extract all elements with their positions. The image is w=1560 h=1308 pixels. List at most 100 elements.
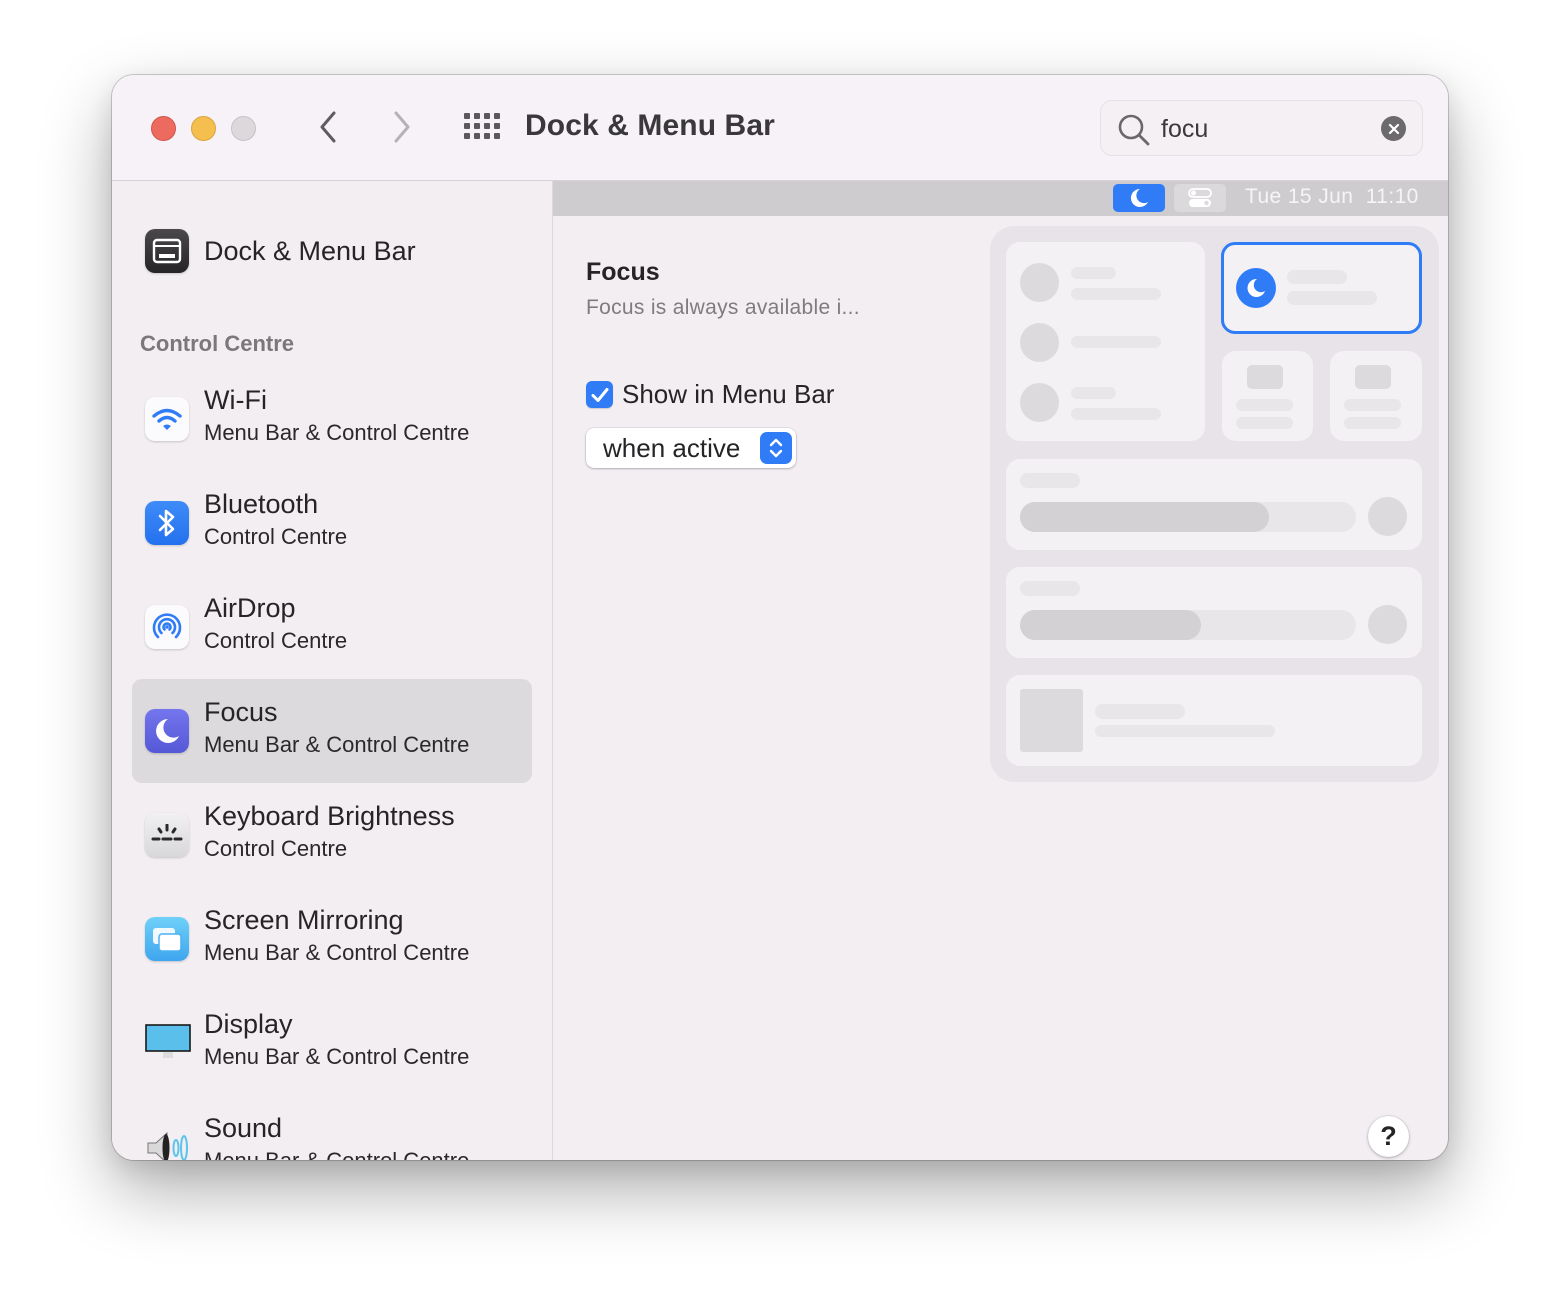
preview-now-playing-module [1006, 675, 1422, 766]
show-in-menu-bar-checkbox[interactable]: Show in Menu Bar [586, 379, 834, 410]
menu-bar-clock: Tue 15 Jun 11:10 [1245, 185, 1419, 208]
help-button[interactable]: ? [1368, 1116, 1409, 1157]
preview-placeholder-bar [1344, 417, 1401, 429]
chevron-right-icon [394, 111, 410, 143]
preview-placeholder-bar [1071, 408, 1161, 420]
sidebar-item-subtitle: Menu Bar & Control Centre [204, 940, 470, 965]
up-down-arrows-icon [760, 432, 792, 464]
preview-placeholder-bar [1095, 725, 1275, 737]
grid-dot [474, 123, 480, 129]
preview-placeholder-bar [1071, 267, 1116, 279]
preview-focus-module [1221, 242, 1422, 334]
sidebar-item-subtitle: Control Centre [204, 524, 348, 549]
dock-menubar-icon [145, 229, 189, 273]
section-title: Focus [586, 258, 660, 286]
sidebar-item-title: Focus [204, 697, 278, 727]
popup-value: when active [603, 433, 741, 463]
window-title: Dock & Menu Bar [525, 109, 775, 142]
clear-search-button[interactable] [1381, 116, 1406, 141]
screen-mirroring-icon [145, 917, 189, 961]
grid-dot [464, 133, 470, 139]
title-bar: Dock & Menu Bar [112, 75, 1448, 181]
menu-bar-focus-item [1113, 184, 1165, 212]
preview-small-module [1222, 351, 1313, 441]
sidebar-item-airdrop[interactable]: AirDrop Control Centre [132, 575, 532, 679]
grid-dot [474, 133, 480, 139]
grid-dot [494, 123, 500, 129]
preview-placeholder-bar [1071, 336, 1161, 348]
sidebar-item-subtitle: Menu Bar & Control Centre [204, 1044, 470, 1069]
preview-slider-track [1020, 502, 1356, 532]
preview-placeholder-bar [1236, 399, 1293, 411]
preview-placeholder-bar [1020, 581, 1080, 596]
section-description: Focus is always available i... [586, 296, 860, 319]
show-all-button[interactable] [462, 111, 502, 143]
sidebar-item-bluetooth[interactable]: Bluetooth Control Centre [132, 471, 532, 575]
sidebar-item-title: Wi-Fi [204, 385, 267, 415]
sidebar-item-title: Bluetooth [204, 489, 319, 519]
grid-dot [464, 113, 470, 119]
chevron-left-icon [320, 111, 336, 143]
system-preferences-window: Dock & Menu Bar Dock & Menu Bar Control … [112, 75, 1448, 1160]
menu-bar-preview: Tue 15 Jun 11:10 [553, 181, 1448, 216]
detail-pane: Focus Focus is always available i... Sho… [553, 216, 1448, 1160]
control-centre-preview [990, 226, 1439, 782]
sidebar-item-keyboard-brightness[interactable]: Keyboard Brightness Control Centre [132, 783, 532, 887]
preview-placeholder-bar [1020, 473, 1080, 488]
sidebar-item-title: AirDrop [204, 593, 296, 623]
grid-dot [484, 133, 490, 139]
sidebar-item-label: Dock & Menu Bar [204, 235, 416, 266]
grid-dot [474, 113, 480, 119]
preview-placeholder-square [1247, 365, 1283, 389]
sidebar-item-display[interactable]: Display Menu Bar & Control Centre [132, 991, 532, 1095]
search-field[interactable] [1100, 100, 1423, 156]
moon-icon [1130, 188, 1148, 207]
forward-button[interactable] [382, 107, 422, 147]
sidebar-item-sound[interactable]: Sound Menu Bar & Control Centre [132, 1095, 532, 1160]
grid-dot [494, 113, 500, 119]
bluetooth-icon [145, 501, 189, 545]
sidebar-item-title: Sound [204, 1113, 283, 1143]
sidebar-item-focus[interactable]: Focus Menu Bar & Control Centre [132, 679, 532, 783]
preview-placeholder-bar [1071, 387, 1116, 399]
close-window-button[interactable] [151, 116, 176, 141]
preview-placeholder-circle [1368, 497, 1407, 536]
sidebar-item-subtitle: Control Centre [204, 628, 348, 653]
clear-circle-icon [1388, 123, 1399, 134]
sidebar-item-title: Screen Mirroring [204, 905, 404, 935]
preview-connectivity-module [1006, 242, 1205, 441]
zoom-window-button[interactable] [231, 116, 256, 141]
magnifying-glass-icon [1118, 114, 1150, 146]
sidebar-item-subtitle: Menu Bar & Control Centre [204, 1148, 469, 1160]
preview-placeholder-circle [1020, 323, 1059, 362]
grid-dot [484, 113, 490, 119]
preview-placeholder-circle [1368, 605, 1407, 644]
sidebar-item-title: Display [204, 1009, 293, 1039]
sidebar-item-title: Keyboard Brightness [204, 801, 455, 831]
preview-placeholder-circle [1020, 383, 1059, 422]
sidebar-item-wifi[interactable]: Wi-Fi Menu Bar & Control Centre [132, 367, 532, 471]
preview-slider-fill [1020, 610, 1202, 640]
airdrop-icon [145, 605, 189, 649]
sidebar-item-subtitle: Menu Bar & Control Centre [204, 732, 470, 757]
preview-placeholder-square [1355, 365, 1391, 389]
back-button[interactable] [308, 107, 348, 147]
search-input[interactable] [1161, 111, 1371, 147]
toggles-icon [1188, 188, 1212, 207]
display-icon [145, 1021, 191, 1065]
sidebar-item-subtitle: Menu Bar & Control Centre [204, 420, 470, 445]
menu-bar-visibility-popup[interactable]: when active [586, 428, 796, 468]
sidebar-item-dock-menu-bar[interactable]: Dock & Menu Bar [145, 229, 416, 273]
sidebar-item-subtitle: Control Centre [204, 836, 348, 861]
grid-dot [484, 123, 490, 129]
wifi-icon [145, 397, 189, 441]
menu-bar-control-centre-item [1174, 184, 1226, 212]
sidebar: Dock & Menu Bar Control Centre Wi-Fi Men… [112, 181, 553, 1160]
sidebar-item-screen-mirroring[interactable]: Screen Mirroring Menu Bar & Control Cent… [132, 887, 532, 991]
section-header-control-centre: Control Centre [140, 331, 294, 356]
preview-sound-slider-module [1006, 567, 1422, 658]
checkbox-checked[interactable] [586, 381, 613, 408]
minimize-window-button[interactable] [191, 116, 216, 141]
preview-display-slider-module [1006, 459, 1422, 550]
preview-placeholder-bar [1071, 288, 1161, 300]
